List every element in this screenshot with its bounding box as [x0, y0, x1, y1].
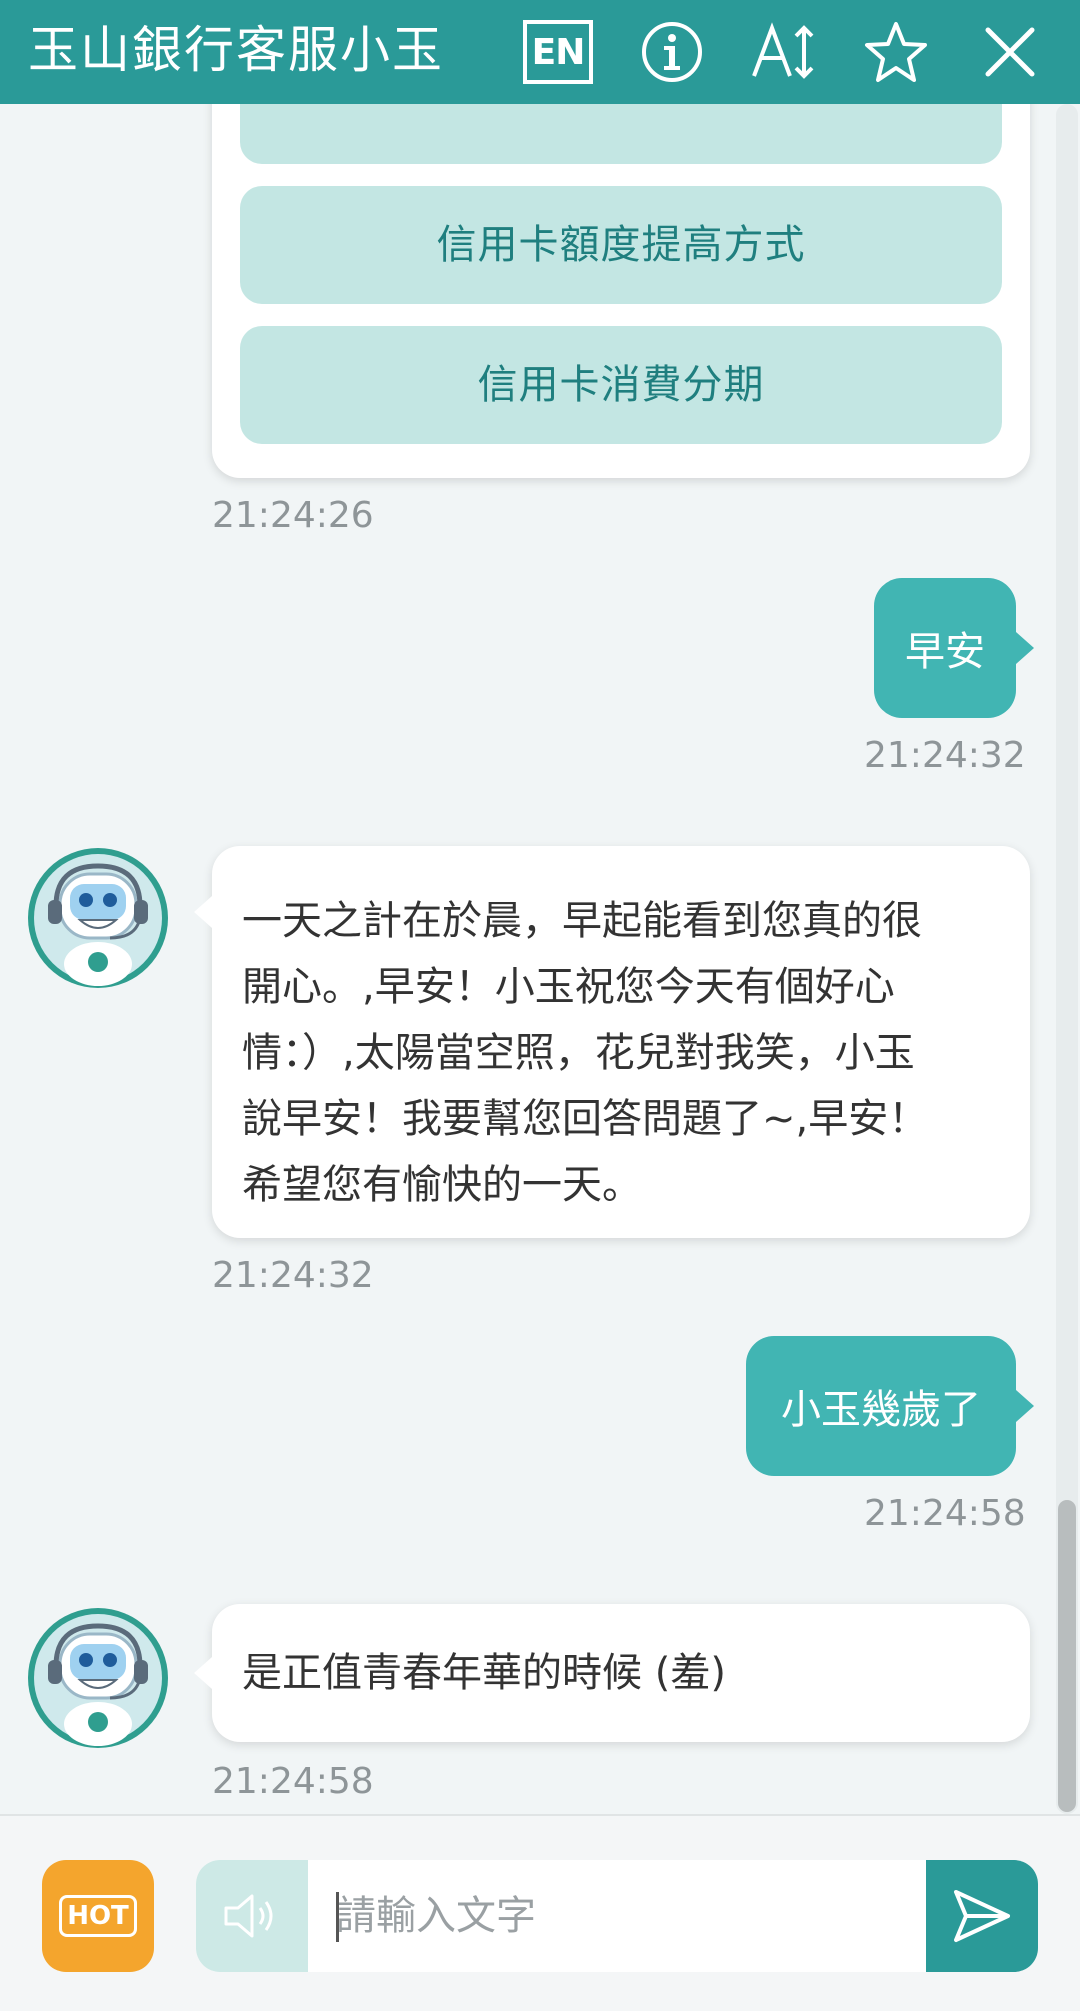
hot-label: HOT — [59, 1895, 137, 1937]
font-size-icon[interactable] — [746, 14, 822, 90]
bot-avatar — [26, 846, 170, 990]
message-input[interactable] — [308, 1860, 926, 1972]
language-toggle-overlay[interactable]: EN — [520, 14, 596, 90]
timestamp: 21:24:58 — [212, 1761, 374, 1802]
bot-message: 是正值青春年華的時候 (羞) — [194, 1604, 1030, 1742]
message-input-group — [196, 1860, 1038, 1972]
message-text: 小玉幾歲了 — [781, 1387, 981, 1433]
quick-reply-card: 信用卡停卡說明 信用卡額度提高方式 信用卡消費分期 — [212, 60, 1030, 478]
info-icon[interactable] — [634, 14, 710, 90]
message-text: 是正值青春年華的時候 (羞) — [242, 1650, 726, 1696]
timestamp: 21:24:26 — [212, 495, 374, 536]
header-overlay: 玉山銀行客服小玉 EN — [0, 0, 1080, 104]
bot-avatar — [26, 1606, 170, 1750]
quick-reply-credit-limit[interactable]: 信用卡額度提高方式 — [240, 186, 1002, 304]
user-message: 小玉幾歲了 — [746, 1336, 1034, 1476]
star-icon[interactable] — [858, 14, 934, 90]
hot-button[interactable]: HOT — [42, 1860, 154, 1972]
user-message: 早安 — [874, 578, 1034, 718]
timestamp: 21:24:32 — [212, 1255, 374, 1296]
text-caret — [336, 1892, 339, 1942]
message-text: 一天之計在於晨，早起能看到您真的很 開心。,早安！小玉祝您今天有個好心 情：）,… — [242, 898, 929, 1208]
timestamp: 21:24:32 — [864, 735, 1026, 776]
bot-message: 一天之計在於晨，早起能看到您真的很 開心。,早安！小玉祝您今天有個好心 情：）,… — [194, 846, 1030, 1238]
scrollbar-thumb[interactable] — [1058, 1500, 1076, 1812]
speaker-icon[interactable] — [196, 1860, 308, 1972]
timestamp: 21:24:58 — [864, 1493, 1026, 1534]
app-title-overlay: 玉山銀行客服小玉 — [28, 21, 444, 79]
quick-reply-installment[interactable]: 信用卡消費分期 — [240, 326, 1002, 444]
close-icon[interactable] — [972, 14, 1048, 90]
send-icon[interactable] — [926, 1860, 1038, 1972]
message-text: 早安 — [905, 629, 985, 675]
lang-label-overlay: EN — [523, 20, 593, 84]
